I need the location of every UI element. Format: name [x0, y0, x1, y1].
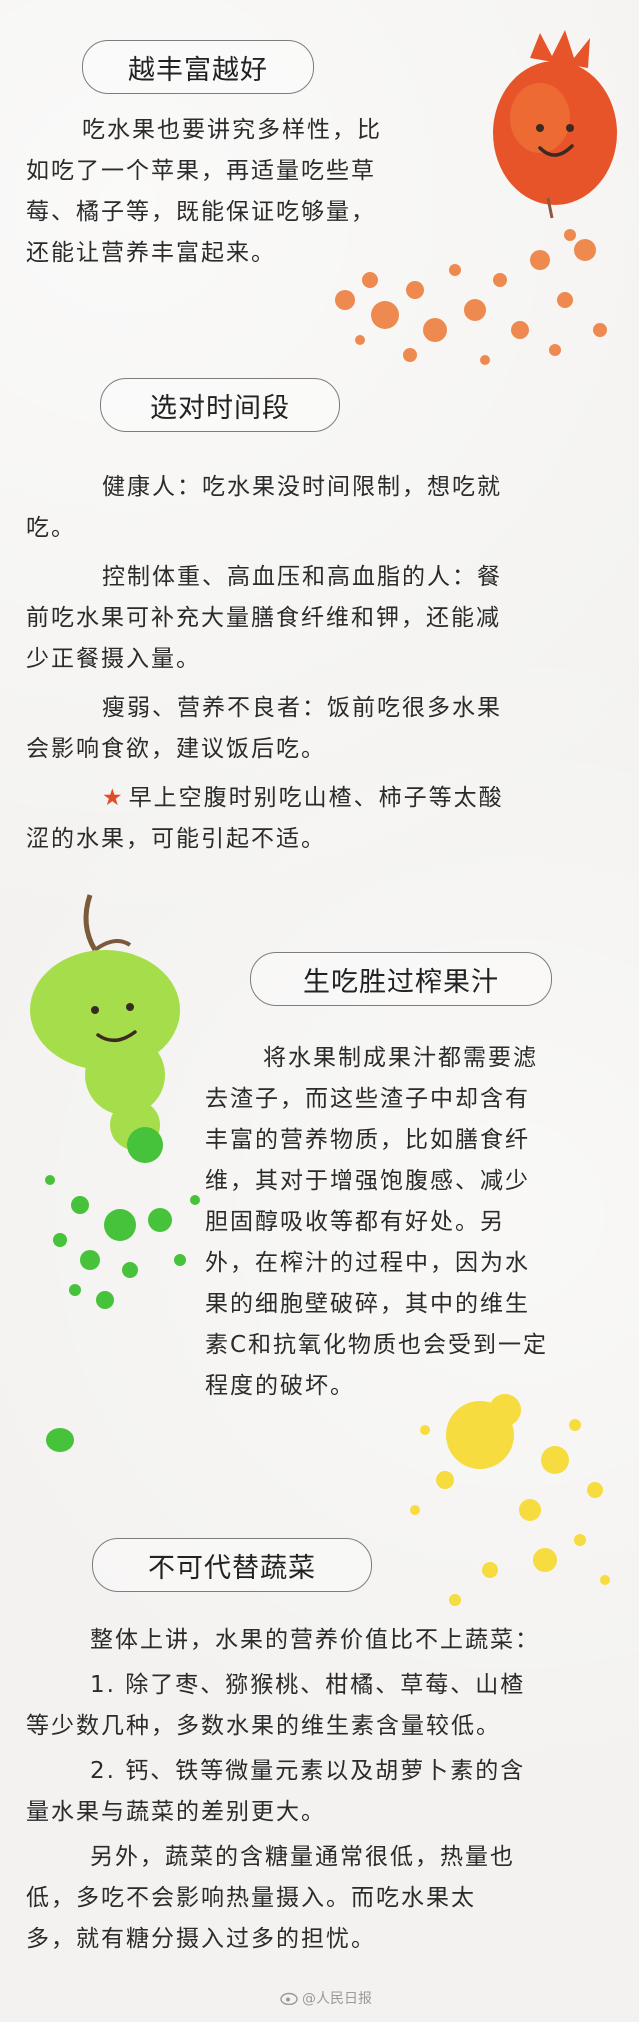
text-line: 丰富的营养物质，比如膳食纤 [205, 1127, 530, 1153]
section-heading-variety: 越丰富越好 [82, 40, 314, 94]
text-line: 外，在榨汁的过程中，因为水 [205, 1250, 530, 1276]
text-line: 莓、橘子等，既能保证吃够量， [26, 199, 376, 225]
text-line-content: 早上空腹时别吃山楂、柿子等太酸 [128, 785, 504, 811]
text-line: 涩的水果，可能引起不适。 [26, 826, 326, 852]
section-heading-not-replace-vegetables: 不可代替蔬菜 [92, 1538, 372, 1592]
text-line: 维，其对于增强饱腹感、减少 [205, 1168, 530, 1194]
text-line: 前吃水果可补充大量膳食纤维和钾，还能减 [26, 605, 501, 631]
text-line: 去渣子，而这些渣子中却含有 [205, 1086, 530, 1112]
text-line: 将水果制成果汁都需要滤 [263, 1045, 538, 1071]
star-icon: ★ [102, 785, 125, 811]
text-line: ★ 早上空腹时别吃山楂、柿子等太酸 [26, 778, 631, 819]
text-line: 程度的破坏。 [205, 1373, 355, 1399]
text-line: 少正餐摄入量。 [26, 646, 201, 672]
section-heading-raw-vs-juice: 生吃胜过榨果汁 [250, 952, 552, 1006]
text-line: 1. 除了枣、猕猴桃、柑橘、草莓、山楂 [90, 1672, 526, 1698]
text-line: 多，就有糖分摄入过多的担忧。 [26, 1926, 376, 1952]
yellow-splatter [410, 1394, 610, 1606]
text-line: 等少数几种，多数水果的维生素含量较低。 [26, 1713, 501, 1739]
text-line: 健康人：吃水果没时间限制，想吃就 [102, 474, 502, 500]
text-line: 控制体重、高血压和高血脂的人：餐 [102, 564, 502, 590]
paragraph-timing: 健康人：吃水果没时间限制，想吃就 吃。 控制体重、高血压和高血脂的人：餐 前吃水… [26, 467, 631, 860]
watermark: @人民日报 [280, 1988, 372, 2008]
text-line: 吃水果也要讲究多样性，比 [82, 117, 382, 143]
weibo-logo-icon [280, 1992, 298, 2005]
text-line: 整体上讲，水果的营养价值比不上蔬菜： [90, 1627, 540, 1653]
green-splatter [45, 1127, 200, 1452]
paragraph-raw-vs-juice: 将水果制成果汁都需要滤 去渣子，而这些渣子中却含有 丰富的营养物质，比如膳食纤 … [205, 1038, 625, 1407]
text-line: 量水果与蔬菜的差别更大。 [26, 1799, 326, 1825]
paragraph-variety: 吃水果也要讲究多样性，比 如吃了一个苹果，再适量吃些草 莓、橘子等，既能保证吃够… [26, 110, 496, 274]
text-line: 低，多吃不会影响热量摄入。而吃水果太 [26, 1885, 476, 1911]
text-line: 吃。 [26, 515, 76, 541]
text-line: 还能让营养丰富起来。 [26, 240, 276, 266]
watermark-text: @人民日报 [302, 1991, 372, 2007]
text-line: 会影响食欲，建议饭后吃。 [26, 736, 326, 762]
text-line: 如吃了一个苹果，再适量吃些草 [26, 158, 376, 184]
text-line: 果的细胞壁破碎，其中的维生 [205, 1291, 530, 1317]
text-line: 素C和抗氧化物质也会受到一定 [205, 1332, 549, 1358]
text-line: 另外，蔬菜的含糖量通常很低，热量也 [90, 1844, 515, 1870]
text-line: 胆固醇吸收等都有好处。另 [205, 1209, 505, 1235]
text-line: 2. 钙、铁等微量元素以及胡萝卜素的含 [90, 1758, 526, 1784]
text-line: 瘦弱、营养不良者：饭前吃很多水果 [102, 695, 502, 721]
section-heading-timing: 选对时间段 [100, 378, 340, 432]
paragraph-not-replace-vegetables: 整体上讲，水果的营养价值比不上蔬菜： 1. 除了枣、猕猴桃、柑橘、草莓、山楂 等… [26, 1620, 631, 1960]
